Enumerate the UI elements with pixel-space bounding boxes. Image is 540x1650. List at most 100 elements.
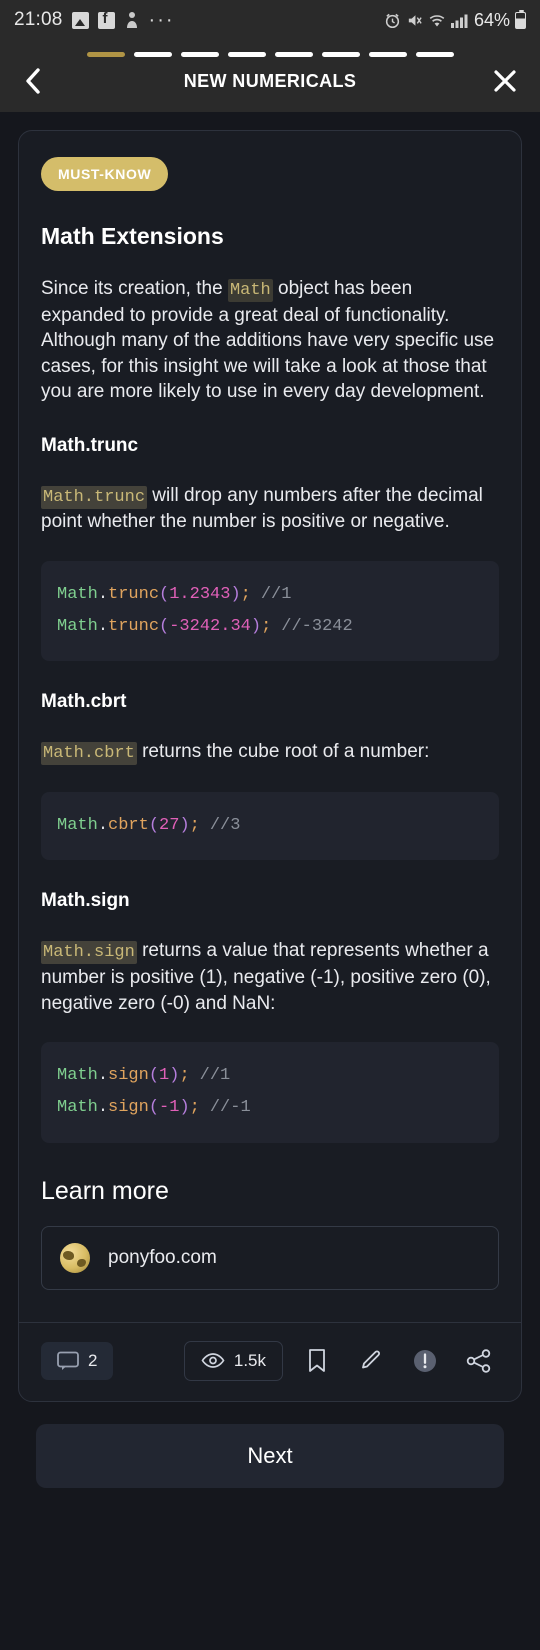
- section-heading: Math.cbrt: [41, 691, 127, 713]
- code-line: Math.cbrt(27); //3: [57, 810, 483, 842]
- code-token-comment: //3: [209, 816, 241, 836]
- learn-more-heading: Learn more: [41, 1176, 169, 1205]
- page-content: MUST-KNOW Math Extensions Since its crea…: [0, 112, 540, 1488]
- code-token-dot: .: [97, 816, 109, 836]
- battery-percent-label: 64%: [473, 9, 510, 30]
- status-bar-right: 64%: [384, 9, 526, 31]
- intro-text-before: Since its creation, the: [41, 278, 228, 299]
- share-button[interactable]: [459, 1341, 499, 1381]
- image-icon: [71, 11, 89, 29]
- code-line: Math.trunc(-3242.34); //-3242: [57, 611, 483, 643]
- code-token-paren-close: ): [230, 584, 241, 604]
- section-heading: Math.sign: [41, 890, 130, 912]
- facebook-icon: [97, 10, 115, 29]
- code-block: Math.sign(1);//1 Math.sign(-1);//-1: [41, 1042, 499, 1143]
- signal-icon: [450, 13, 469, 28]
- status-bar-left: 21:08 ···: [14, 9, 175, 31]
- code-token-paren-open: (: [148, 816, 160, 836]
- code-token-paren-open: (: [159, 617, 170, 637]
- chevron-left-icon[interactable]: [22, 66, 44, 96]
- code-token-dot: .: [97, 1098, 109, 1118]
- edit-button[interactable]: [351, 1341, 391, 1381]
- code-token-comment: //1: [199, 1066, 231, 1086]
- report-button[interactable]: [405, 1341, 445, 1381]
- learn-more-link[interactable]: ponyfoo.com: [41, 1225, 499, 1290]
- comment-icon: [57, 1351, 79, 1371]
- code-token-number: 1: [159, 1066, 170, 1086]
- code-token-object: Math: [57, 1098, 98, 1118]
- pencil-icon: [359, 1349, 383, 1373]
- mute-icon: [406, 12, 423, 29]
- inline-code-math: Math: [227, 279, 273, 302]
- code-line: Math.trunc(1.2343); //1: [57, 579, 483, 611]
- nav-bar: NEW NUMERICALS: [0, 40, 540, 112]
- progress-indicator: [0, 50, 540, 57]
- link-url-label: ponyfoo.com: [108, 1246, 217, 1268]
- code-token-semicolon: ;: [179, 1066, 190, 1086]
- code-token-semicolon: ;: [261, 617, 272, 637]
- code-token-semicolon: ;: [189, 816, 200, 836]
- intro-paragraph: Since its creation, the Math object has …: [41, 276, 499, 405]
- status-bar: 21:08 ··· 64%: [0, 0, 540, 40]
- section-description: Math.sign returns a value that represent…: [41, 938, 499, 1016]
- code-token-number: 27: [159, 816, 180, 836]
- section-heading: Math.trunc: [41, 434, 139, 456]
- more-icon: ···: [148, 9, 175, 31]
- section-description: Math.trunc will drop any numbers after t…: [41, 483, 499, 535]
- code-token-paren-open: (: [148, 1098, 160, 1118]
- sections-container: Math.trunc Math.trunc will drop any numbe…: [41, 435, 499, 1143]
- card-title: Math Extensions: [41, 223, 224, 249]
- alarm-icon: [384, 12, 401, 29]
- inline-code: Math.sign: [41, 941, 137, 965]
- code-block: Math.trunc(1.2343);//1 Math.trunc(-3242.3…: [41, 560, 499, 662]
- code-token-comment: //-3242: [281, 617, 353, 637]
- code-token-number: 1.2343: [169, 584, 231, 604]
- eye-icon: [201, 1352, 225, 1369]
- app-icon: [124, 11, 140, 29]
- code-line: Math.sign(-1); //-1: [57, 1092, 483, 1124]
- next-button[interactable]: Next: [36, 1423, 504, 1488]
- views-indicator[interactable]: 1.5k: [183, 1340, 283, 1381]
- close-icon[interactable]: [492, 68, 518, 94]
- status-badge: MUST-KNOW: [41, 157, 169, 191]
- alert-icon: [412, 1348, 438, 1374]
- status-bar-time: 21:08: [14, 9, 63, 30]
- footer: Next: [18, 1402, 522, 1488]
- code-token-dot: .: [97, 584, 109, 604]
- share-icon: [466, 1349, 492, 1373]
- section-description: Math.cbrt returns the cube root of a num…: [41, 739, 499, 766]
- nav-row: NEW NUMERICALS: [0, 57, 540, 105]
- code-token-object: Math: [57, 1066, 98, 1086]
- code-token-comment: //1: [260, 584, 292, 604]
- battery-icon: [515, 9, 526, 29]
- code-token-dot: .: [97, 617, 109, 637]
- action-bar: 2 1.5k: [41, 1323, 499, 1401]
- code-token-function: trunc: [108, 584, 160, 604]
- code-token-semicolon: ;: [189, 1098, 200, 1118]
- page-title: NEW NUMERICALS: [183, 70, 357, 91]
- code-token-number: -3242.34: [169, 617, 251, 637]
- comments-count: 2: [88, 1350, 98, 1370]
- inline-code: Math.cbrt: [41, 742, 137, 766]
- comments-button[interactable]: 2: [41, 1341, 114, 1380]
- code-token-paren-open: (: [159, 584, 170, 604]
- insight-card: MUST-KNOW Math Extensions Since its crea…: [18, 130, 522, 1402]
- bookmark-button[interactable]: [297, 1341, 337, 1381]
- code-token-paren-close: ): [250, 617, 262, 637]
- views-count: 1.5k: [233, 1350, 266, 1370]
- section-description-text: returns the cube root of a number:: [136, 741, 430, 763]
- code-token-paren-close: ): [179, 1098, 190, 1118]
- code-token-dot: .: [97, 1066, 109, 1086]
- code-token-function: trunc: [108, 617, 160, 637]
- code-line: Math.sign(1); //1: [57, 1060, 483, 1092]
- wifi-icon: [428, 13, 446, 28]
- code-token-number: -1: [159, 1098, 180, 1118]
- code-token-function: sign: [108, 1098, 149, 1118]
- code-token-paren-close: ): [179, 816, 190, 836]
- code-token-object: Math: [57, 816, 98, 836]
- code-token-object: Math: [57, 584, 98, 604]
- code-token-comment: //-1: [209, 1098, 251, 1118]
- code-block: Math.cbrt(27); //3: [41, 792, 499, 861]
- globe-icon: [60, 1242, 90, 1273]
- code-token-function: sign: [108, 1066, 149, 1086]
